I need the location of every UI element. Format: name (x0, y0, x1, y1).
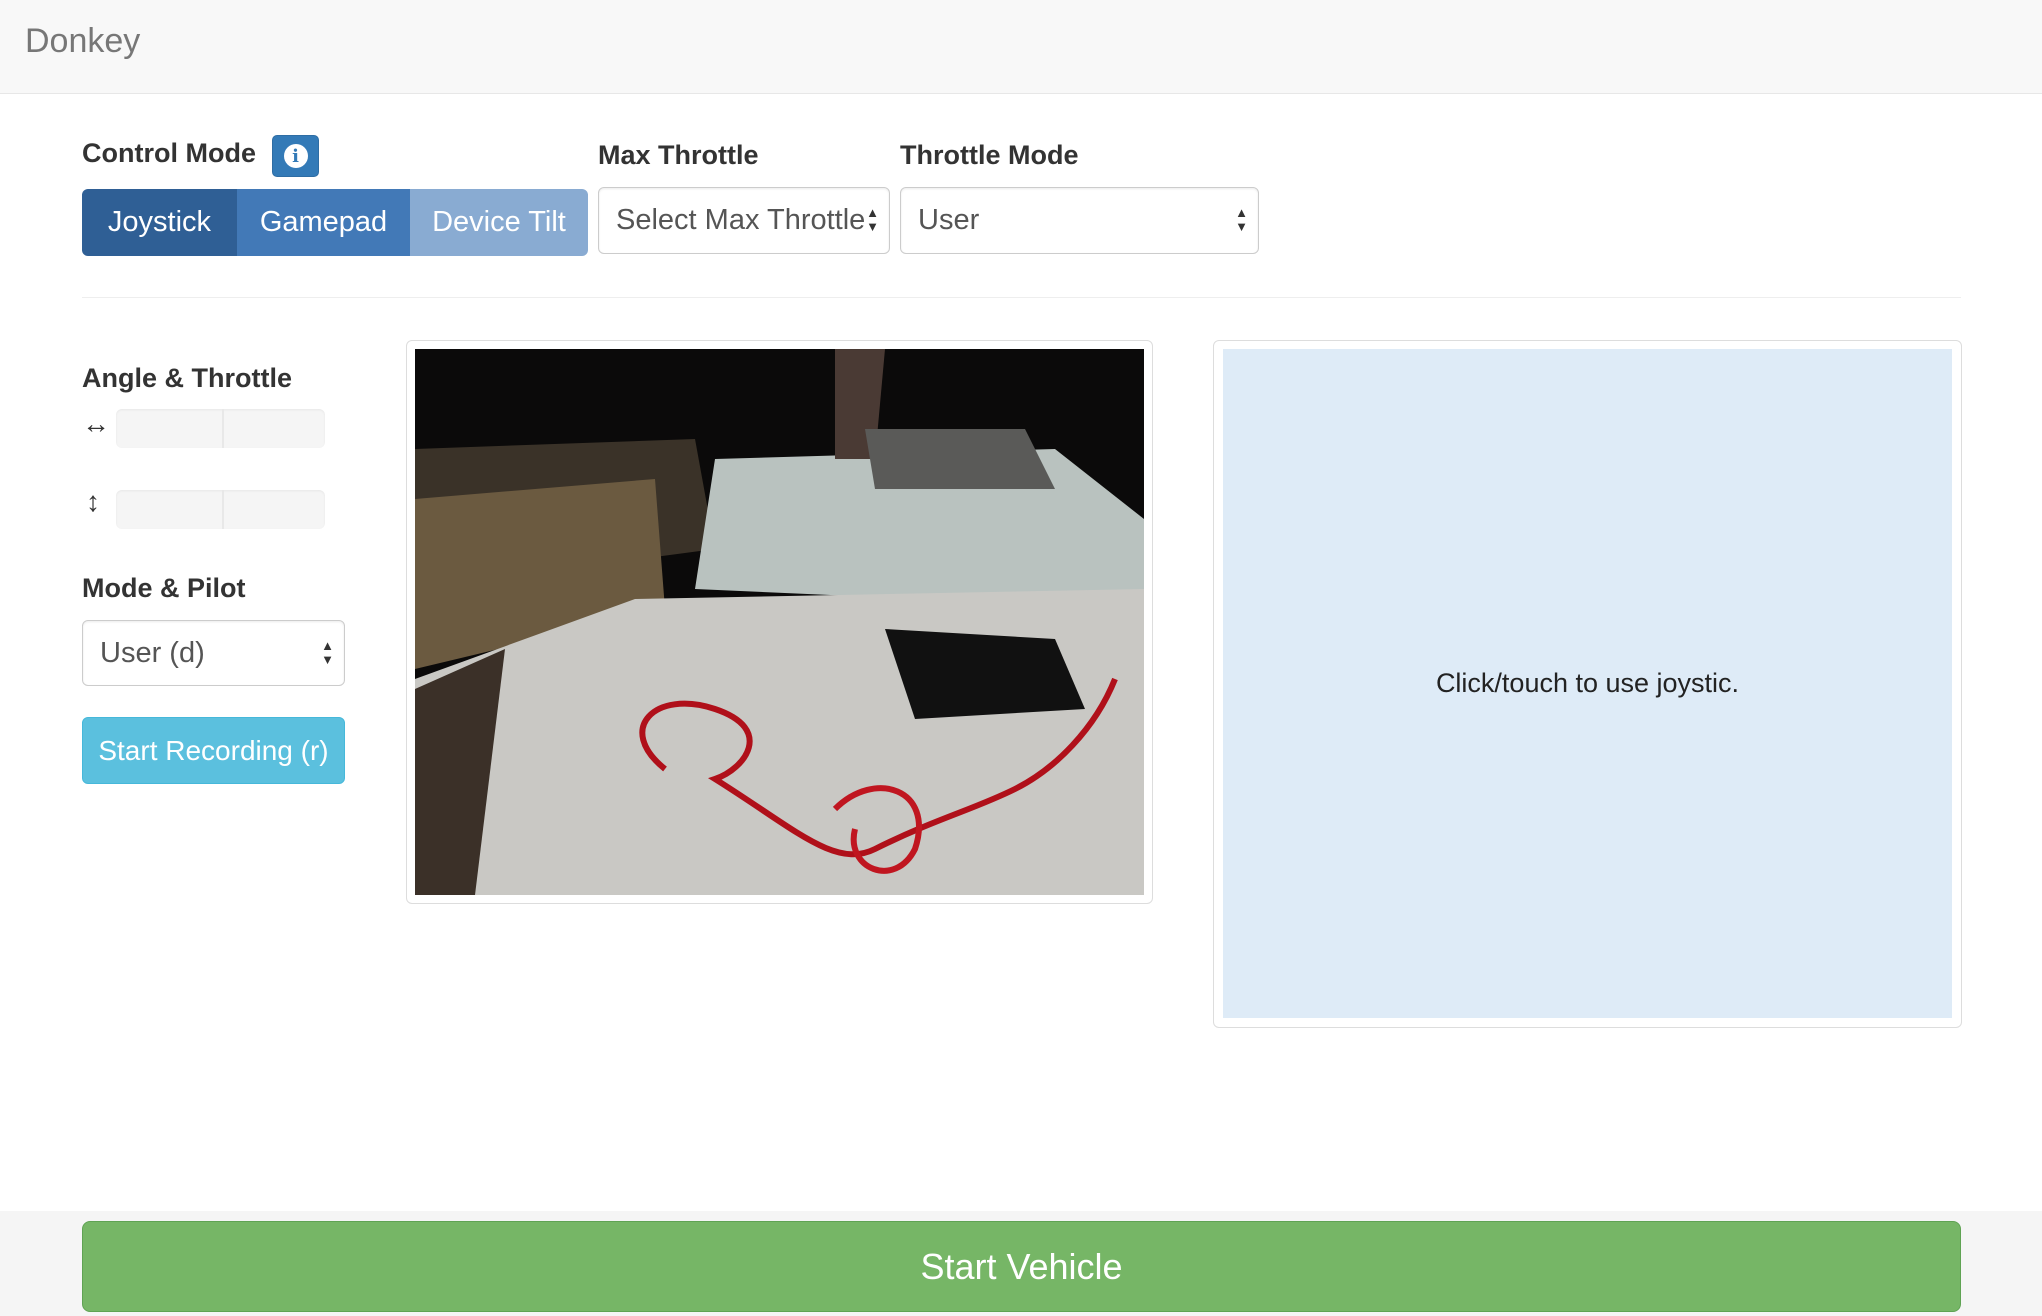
angle-throttle-label: Angle & Throttle (82, 363, 292, 393)
select-arrows-icon: ▲ ▼ (1235, 205, 1248, 234)
device-tilt-button[interactable]: Device Tilt (410, 189, 588, 256)
joystick-hint: Click/touch to use joystic. (1435, 668, 1740, 698)
arrows-vertical-icon: ↕ (86, 486, 100, 517)
camera-feed-image (415, 349, 1144, 895)
throttle-mode-value: User (918, 204, 980, 236)
control-mode-label: Control Mode (82, 138, 256, 168)
start-vehicle-button[interactable]: Start Vehicle (82, 1221, 1961, 1312)
mode-pilot-label: Mode & Pilot (82, 573, 246, 603)
start-recording-button[interactable]: Start Recording (r) (82, 717, 345, 784)
brand[interactable]: Donkey (25, 22, 140, 61)
arrows-horizontal-icon: ↔ (82, 408, 110, 439)
joystick-area[interactable]: Click/touch to use joystic. (1223, 349, 1952, 1018)
max-throttle-label: Max Throttle (598, 140, 759, 170)
throttle-mode-select[interactable]: User ▲ ▼ (900, 187, 1259, 254)
info-icon: i (283, 144, 308, 168)
max-throttle-value: Select Max Throttle (616, 204, 866, 236)
angle-bar (116, 409, 325, 448)
select-arrows-icon: ▲ ▼ (321, 638, 334, 667)
throttle-mode-label: Throttle Mode (900, 140, 1079, 170)
control-mode-info-button[interactable]: i (272, 135, 319, 177)
navbar: Donkey (0, 0, 2042, 94)
camera-feed-frame (406, 340, 1153, 904)
throttle-bar (116, 490, 325, 529)
mode-pilot-value: User (d) (100, 636, 205, 669)
divider (82, 297, 1961, 298)
select-arrows-icon: ▲ ▼ (866, 205, 879, 234)
max-throttle-select[interactable]: Select Max Throttle ▲ ▼ (598, 187, 890, 254)
mode-pilot-select[interactable]: User (d) ▲ ▼ (82, 620, 345, 686)
control-mode-group: Joystick Gamepad Device Tilt (82, 189, 588, 256)
gamepad-button[interactable]: Gamepad (237, 189, 410, 256)
joystick-button[interactable]: Joystick (82, 189, 237, 256)
